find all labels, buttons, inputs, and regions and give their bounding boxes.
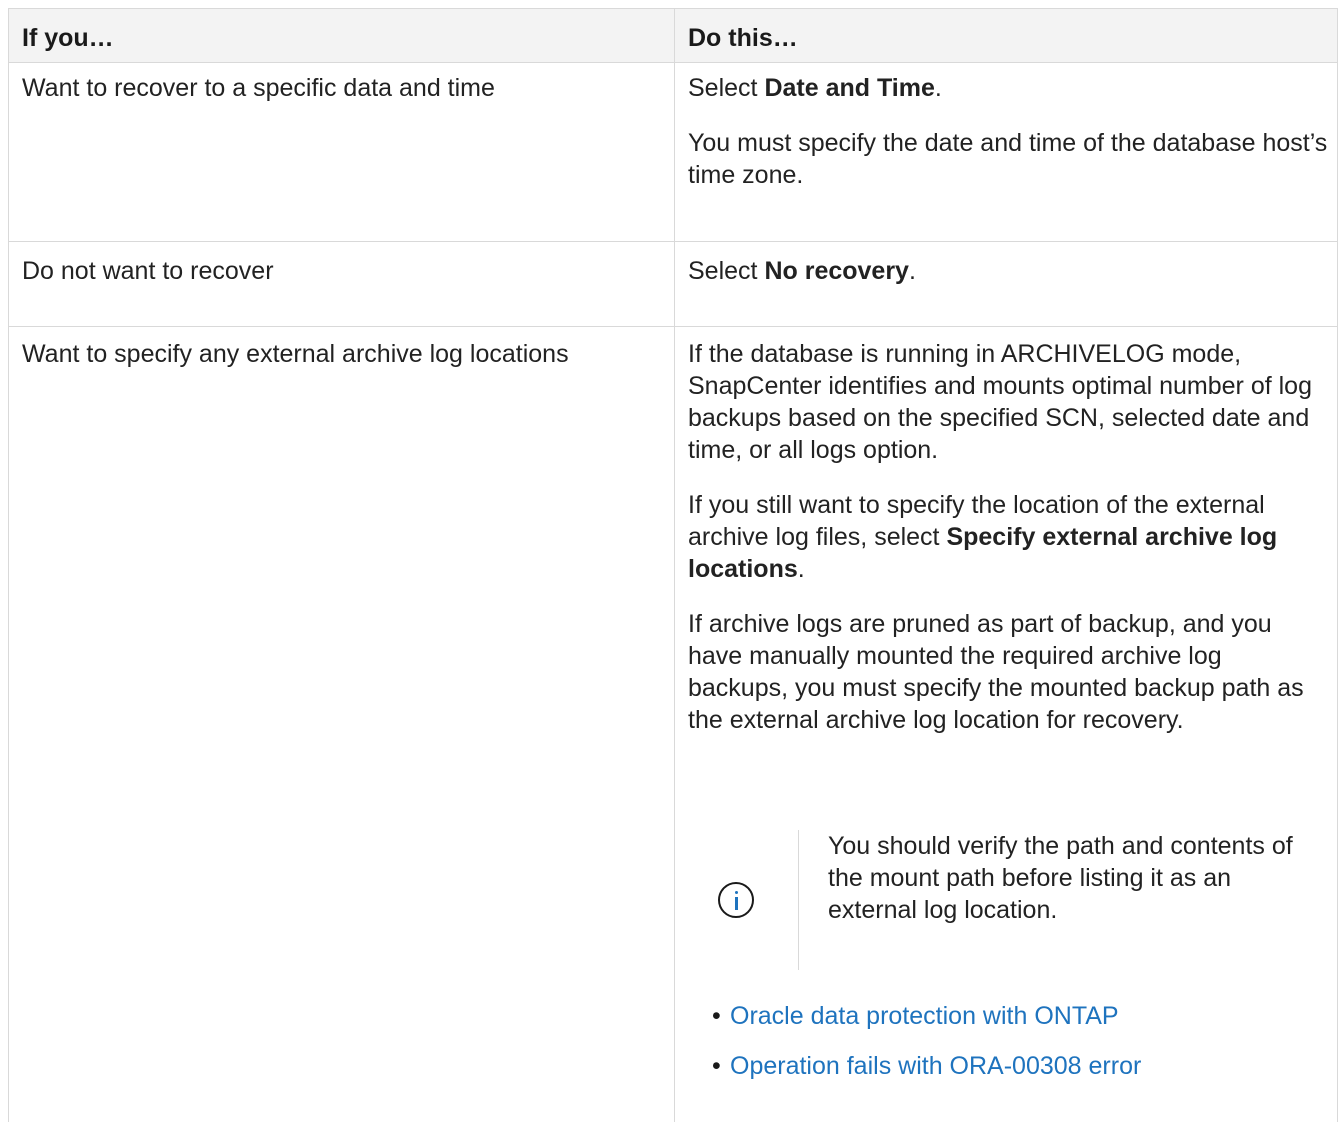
info-icon (718, 882, 754, 918)
column-divider (674, 8, 675, 1122)
header-do-this: Do this… (688, 24, 798, 52)
row3-if-cell: Want to specify any external archive log… (22, 340, 569, 368)
bullet-icon: • (712, 1052, 721, 1080)
row1-if-cell: Want to recover to a specific data and t… (22, 74, 495, 102)
table-border-right (1337, 8, 1338, 1122)
row3-paragraph-1: If the database is running in ARCHIVELOG… (688, 340, 1312, 464)
table-header: If you… Do this… (8, 8, 1338, 62)
row1-select-text: Select (688, 74, 765, 102)
row2-option-bold: No recovery (764, 257, 909, 285)
row2-do-cell: Select No recovery. (688, 255, 1328, 287)
table-border-left (8, 8, 9, 1122)
row1-period: . (934, 74, 942, 102)
table-border-top (8, 8, 1338, 9)
row1-do-cell: Select Date and Time. You must specify t… (688, 72, 1328, 191)
header-if-you: If you… (22, 24, 114, 52)
list-item: • Operation fails with ORA-00308 error (712, 1050, 1312, 1100)
row3-paragraph-2: If you still want to specify the locatio… (688, 489, 1328, 585)
row1-do-extra: You must specify the date and time of th… (688, 129, 1328, 189)
row2-period: . (908, 257, 916, 285)
row1-option-bold: Date and Time (764, 74, 935, 102)
note-callout: You should verify the path and contents … (700, 830, 1320, 970)
row3-p2-period: . (797, 555, 805, 583)
note-text: You should verify the path and contents … (828, 832, 1293, 924)
row2-select-text: Select (688, 257, 765, 285)
note-divider (798, 830, 799, 970)
link-ora-00308-error[interactable]: Operation fails with ORA-00308 error (730, 1050, 1141, 1082)
row3-paragraph-3: If archive logs are pruned as part of ba… (688, 610, 1304, 734)
row-divider (8, 326, 1338, 327)
link-oracle-data-protection[interactable]: Oracle data protection with ONTAP (730, 1000, 1119, 1032)
row3-do-cell: If the database is running in ARCHIVELOG… (688, 338, 1328, 736)
row-divider (8, 62, 1338, 63)
list-item: • Oracle data protection with ONTAP (712, 1000, 1312, 1050)
bullet-icon: • (712, 1002, 721, 1030)
row2-if-cell: Do not want to recover (22, 257, 274, 285)
related-links-list: • Oracle data protection with ONTAP • Op… (712, 1000, 1312, 1100)
row-divider (8, 241, 1338, 242)
